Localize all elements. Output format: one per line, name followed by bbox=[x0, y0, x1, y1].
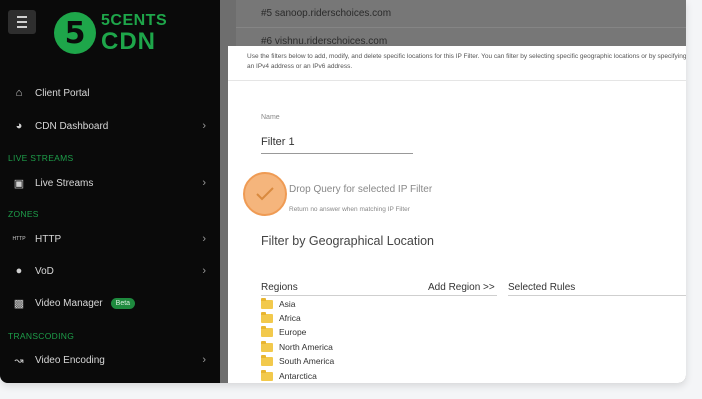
modal-intro-text: Use the filters below to add, modify, an… bbox=[247, 53, 686, 70]
region-item-africa[interactable]: Africa bbox=[261, 311, 301, 325]
divider bbox=[228, 80, 686, 81]
checkmark-icon bbox=[256, 187, 274, 201]
region-item-north-america[interactable]: North America bbox=[261, 340, 333, 354]
section-label: LIVE STREAMS bbox=[8, 153, 74, 163]
selected-rules-header: Selected Rules bbox=[508, 282, 576, 293]
logo-badge: 5 bbox=[54, 12, 96, 54]
video-icon: ▩ bbox=[13, 297, 25, 310]
name-field[interactable] bbox=[261, 130, 413, 154]
home-icon: ⌂ bbox=[15, 87, 23, 99]
section-label: ZONES bbox=[8, 209, 39, 219]
logo-line2: CDN bbox=[101, 27, 156, 55]
beta-badge: Beta bbox=[110, 297, 136, 309]
section-label: TRANSCODING bbox=[8, 331, 75, 341]
name-field-label: Name bbox=[261, 114, 280, 121]
play-circle-icon: ● bbox=[15, 265, 23, 277]
sidebar-item-http[interactable]: HTTP HTTP › bbox=[0, 228, 220, 250]
sidebar-item-cdn-dashboard[interactable]: ◕ CDN Dashboard › bbox=[0, 115, 220, 137]
gauge-icon: ◕ bbox=[15, 120, 23, 132]
sidebar-item-label: HTTP bbox=[35, 233, 62, 245]
sidebar-item-live-streams[interactable]: ▣ Live Streams › bbox=[0, 172, 220, 194]
drop-query-checkbox[interactable] bbox=[243, 172, 287, 216]
region-item-europe[interactable]: Europe bbox=[261, 325, 306, 339]
folder-icon bbox=[261, 325, 273, 337]
tv-icon: ▣ bbox=[13, 177, 25, 190]
checkbox-help-text: Return no answer when matching IP Filter bbox=[289, 206, 410, 213]
divider bbox=[508, 295, 686, 296]
chevron-right-icon: › bbox=[202, 120, 206, 132]
section-title: Filter by Geographical Location bbox=[261, 234, 435, 248]
folder-icon bbox=[261, 311, 273, 323]
region-item-south-america[interactable]: South America bbox=[261, 354, 334, 368]
sidebar-item-label: VoD bbox=[35, 265, 54, 277]
region-item-asia[interactable]: Asia bbox=[261, 297, 296, 311]
http-icon: HTTP bbox=[12, 236, 26, 242]
folder-icon bbox=[261, 369, 273, 381]
logo-line1: 5CENTS bbox=[101, 11, 168, 29]
ip-filter-modal: Use the filters below to add, modify, an… bbox=[228, 46, 686, 383]
divider bbox=[261, 295, 497, 296]
chevron-right-icon: › bbox=[202, 177, 206, 189]
app-frame: #5 sanoop.riderschoices.com #6 vishnu.ri… bbox=[0, 0, 686, 383]
chevron-right-icon: › bbox=[202, 233, 206, 245]
chevron-right-icon: › bbox=[202, 354, 206, 366]
region-item-antarctica[interactable]: Antarctica bbox=[261, 369, 317, 383]
sidebar-item-label: CDN Dashboard bbox=[35, 120, 109, 132]
add-region-button[interactable]: Add Region >> bbox=[428, 282, 495, 293]
sidebar: 5 5CENTS CDN ⌂ Client Portal ◕ CDN Dashb… bbox=[0, 0, 220, 383]
regions-header: Regions bbox=[261, 282, 298, 293]
folder-icon bbox=[261, 297, 273, 309]
checkbox-label: Drop Query for selected IP Filter bbox=[289, 184, 433, 195]
folder-icon bbox=[261, 340, 273, 352]
sidebar-item-label: Client Portal bbox=[35, 87, 90, 99]
folder-icon bbox=[261, 354, 273, 366]
encoding-icon: ↝ bbox=[14, 354, 24, 367]
list-item-label: #5 sanoop.riderschoices.com bbox=[261, 8, 392, 19]
chevron-right-icon: › bbox=[202, 265, 206, 277]
sidebar-item-client-portal[interactable]: ⌂ Client Portal bbox=[0, 82, 220, 104]
hamburger-menu-button[interactable] bbox=[8, 10, 36, 34]
sidebar-item-video-manager[interactable]: ▩ Video Manager Beta bbox=[0, 292, 220, 314]
sidebar-item-label: Video Encoding bbox=[35, 354, 105, 366]
brand-logo[interactable]: 5 5CENTS CDN bbox=[54, 12, 167, 54]
sidebar-item-video-encoding[interactable]: ↝ Video Encoding › bbox=[0, 349, 220, 371]
sidebar-item-label: Live Streams bbox=[35, 177, 94, 189]
sidebar-item-label: Video Manager bbox=[35, 297, 103, 309]
sidebar-item-vod[interactable]: ● VoD › bbox=[0, 260, 220, 282]
list-item[interactable]: #5 sanoop.riderschoices.com bbox=[236, 0, 686, 28]
